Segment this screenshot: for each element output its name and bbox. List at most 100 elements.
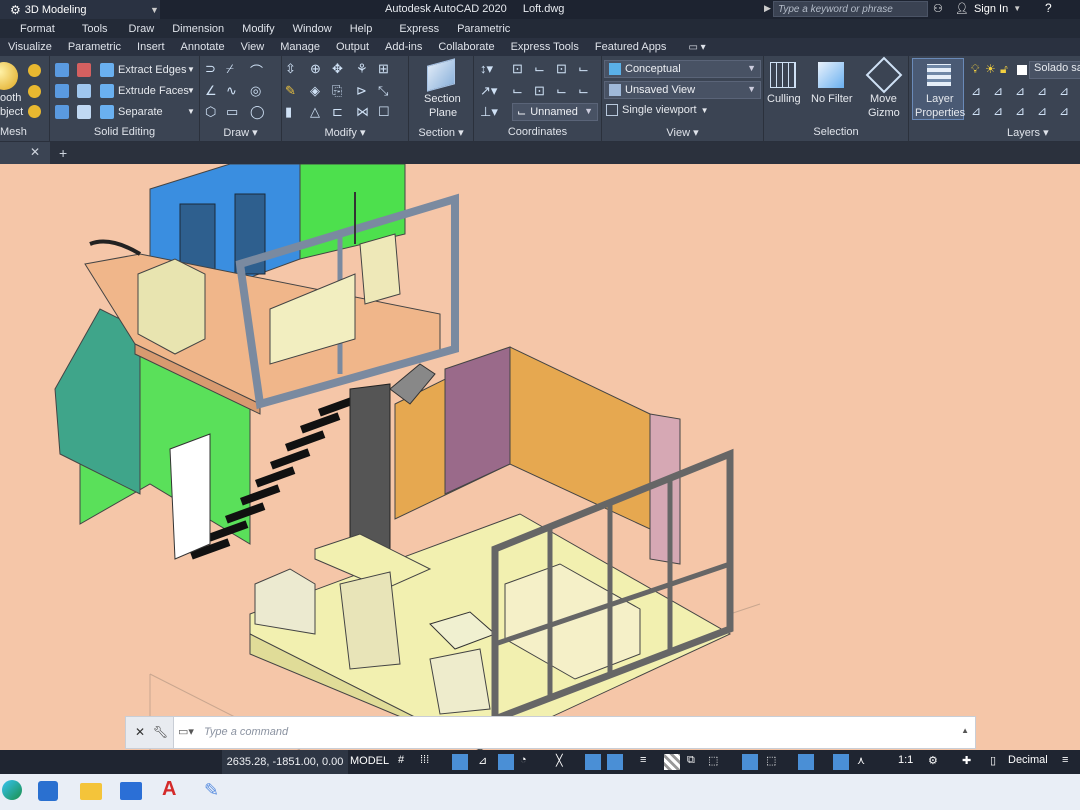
extract-edges-button[interactable]: Extract Edges	[118, 64, 186, 76]
extract-edges-icon[interactable]	[100, 63, 114, 77]
menu-help[interactable]: Help	[341, 23, 382, 35]
layer-tool-icon[interactable]: ⊿	[1059, 84, 1069, 98]
section-plane-label-2[interactable]: Plane	[429, 107, 457, 119]
ucs-view-icon[interactable]: ↗▾	[480, 83, 497, 99]
layer-tool-icon[interactable]: ⊿	[971, 104, 981, 118]
ribbon-toggle-icon[interactable]: ▭ ▾	[688, 42, 705, 53]
chevron-down-icon[interactable]: ▼	[187, 86, 195, 95]
store-icon[interactable]	[38, 781, 58, 801]
layer-tool-icon[interactable]: ⊿	[993, 84, 1003, 98]
erase-icon[interactable]: ✎	[285, 83, 296, 99]
layer-tool-icon[interactable]: ⊿	[1015, 104, 1025, 118]
layer-tool-icon[interactable]: ⊿	[1059, 104, 1069, 118]
circle-icon[interactable]: ◎	[250, 83, 261, 99]
tab-parametric[interactable]: Parametric	[60, 41, 129, 53]
units-button[interactable]: Decimal	[1008, 754, 1058, 770]
viewport-config-button[interactable]: Single viewport ▼	[606, 104, 709, 116]
mirror3d-icon[interactable]: △	[310, 104, 320, 120]
smooth-object-label-1[interactable]: ooth	[0, 92, 21, 104]
3d-osnap-icon[interactable]: ⬚	[708, 754, 724, 770]
culling-button[interactable]: Culling	[767, 93, 801, 105]
panel-title-selection[interactable]: Selection	[764, 126, 908, 140]
ucs-world-icon[interactable]: ⊡	[512, 61, 523, 77]
sun-icon[interactable]: ☀	[985, 62, 996, 76]
document-tab[interactable]: ✕	[0, 142, 50, 164]
extrude-faces-icon[interactable]	[100, 84, 114, 98]
chevron-up-icon[interactable]: ▲	[961, 726, 969, 735]
wrench-icon[interactable]: 🔧︎	[153, 725, 168, 739]
dynamic-input-icon[interactable]: ⊿	[478, 754, 494, 770]
ucs-face-icon[interactable]: ⊡	[534, 83, 545, 99]
gizmo-icon[interactable]	[865, 56, 903, 94]
visual-style-dropdown[interactable]: Conceptual ▼	[604, 60, 761, 78]
coordinates-readout[interactable]: 2635.28, -1851.00, 0.00	[222, 750, 348, 774]
model-space-button[interactable]: MODEL	[350, 755, 389, 767]
arc-icon[interactable]: ⌒	[250, 61, 263, 80]
menu-format[interactable]: Format	[0, 23, 64, 35]
move-gizmo-label-1[interactable]: Move	[870, 93, 897, 105]
imprint-icon[interactable]	[77, 105, 91, 119]
search-arrow-icon[interactable]: ▶	[764, 3, 771, 14]
scale-icon[interactable]: ⊏	[332, 104, 343, 120]
tab-manage[interactable]: Manage	[272, 41, 328, 53]
command-input[interactable]: Type a command	[204, 726, 288, 738]
edge-icon[interactable]	[2, 780, 22, 800]
ortho-icon[interactable]	[498, 754, 514, 770]
panel-title-modify[interactable]: Modify ▾	[282, 126, 408, 140]
tab-featured-apps[interactable]: Featured Apps	[587, 41, 675, 53]
ucs-3point-icon[interactable]: ⌙	[578, 61, 589, 77]
ucs-z-icon[interactable]: ⊡	[556, 61, 567, 77]
lock-icon[interactable]: 🔓︎	[1000, 62, 1008, 77]
tab-add-ins[interactable]: Add-ins	[377, 41, 430, 53]
layer-color-icon[interactable]	[1017, 65, 1027, 75]
spline-icon[interactable]: ∿	[226, 83, 237, 99]
extend-icon[interactable]: ☐	[378, 104, 390, 120]
mesh-sphere-icon[interactable]	[28, 85, 41, 98]
tab-visualize[interactable]: Visualize	[0, 41, 60, 53]
panel-title-layers[interactable]: Layers ▾	[969, 126, 1080, 140]
tab-collaborate[interactable]: Collaborate	[430, 41, 502, 53]
culling-icon[interactable]	[770, 62, 796, 88]
layer-tool-icon[interactable]: ⊿	[1015, 84, 1025, 98]
layer-dropdown[interactable]: Solado sal	[1029, 61, 1080, 79]
selection-cycling-icon[interactable]: ⧉	[687, 754, 703, 770]
slice-icon[interactable]	[77, 84, 91, 98]
drawing-viewport[interactable]	[0, 164, 1080, 750]
selection-filter-icon[interactable]: ⬚	[766, 754, 782, 770]
subtract-icon[interactable]	[77, 63, 91, 77]
workspace-switcher[interactable]: ⚙ 3D Modeling ▼	[0, 0, 160, 19]
menu-window[interactable]: Window	[284, 23, 341, 35]
separate-button[interactable]: Separate	[118, 106, 163, 118]
ucs-icon-props-icon[interactable]: ⊥▾	[480, 104, 498, 120]
menu-tools[interactable]: Tools	[64, 23, 117, 35]
sign-in-button[interactable]: 👤︎ Sign In ▼	[955, 2, 1021, 16]
panel-title-draw[interactable]: Draw ▾	[200, 126, 281, 140]
binoculars-icon[interactable]: ⚇	[933, 2, 943, 15]
stretch-icon[interactable]: ⤡	[378, 83, 388, 99]
gear-icon[interactable]: ⚙	[928, 754, 944, 770]
offset-icon[interactable]: ⊞	[378, 61, 389, 77]
ucs-dropdown[interactable]: ⌙ Unnamed ▼	[512, 103, 598, 121]
menu-express[interactable]: Express	[381, 23, 448, 35]
copy-icon[interactable]: ⎘	[332, 83, 342, 99]
separate-icon[interactable]	[100, 105, 114, 119]
tab-insert[interactable]: Insert	[129, 41, 173, 53]
layer-tool-icon[interactable]: ⊿	[1037, 104, 1047, 118]
new-tab-icon[interactable]: +	[59, 145, 67, 161]
tab-view[interactable]: View	[233, 41, 273, 53]
annotation-scale-button[interactable]: 1:1	[898, 754, 922, 770]
rotate3d-icon[interactable]: ⊕	[310, 61, 321, 77]
panel-title-view[interactable]: View ▾	[602, 126, 763, 140]
layer-tool-icon[interactable]: ⊿	[971, 84, 981, 98]
union-icon[interactable]	[55, 63, 69, 77]
move-icon[interactable]: ⇳	[285, 61, 296, 77]
no-filter-button[interactable]: No Filter	[811, 93, 853, 105]
mesh-sphere-icon[interactable]	[28, 105, 41, 118]
array-icon[interactable]: ◈	[310, 83, 320, 99]
gizmo-status-icon[interactable]	[798, 754, 814, 770]
polar-icon[interactable]: ◔	[520, 754, 536, 770]
grid-icon[interactable]: #	[398, 754, 414, 770]
thicken-icon[interactable]	[55, 105, 69, 119]
command-history-icon[interactable]: ▭▾	[178, 725, 194, 738]
panel-title-solid-editing[interactable]: Solid Editing	[50, 126, 199, 140]
